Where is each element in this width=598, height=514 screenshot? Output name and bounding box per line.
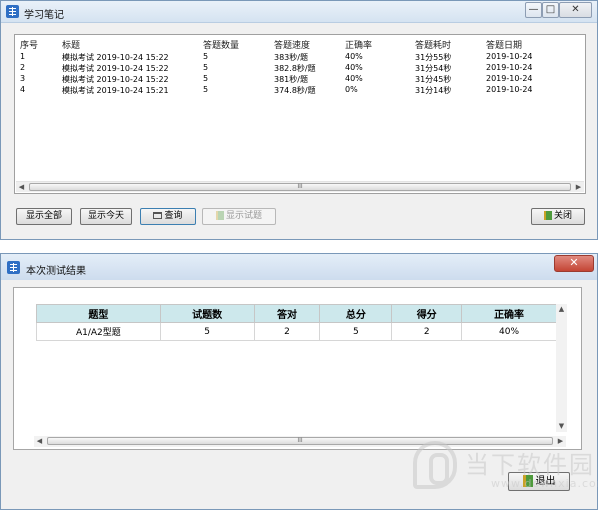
cell-count: 5 [203,63,209,72]
cell-title: 模拟考试 2019-10-24 15:22 [62,64,169,73]
cell-title: 模拟考试 2019-10-24 15:21 [62,86,169,95]
list-row[interactable]: 2 模拟考试 2019-10-24 15:22 5 382.8秒/题 40% 3… [15,63,585,74]
list-row[interactable]: 1 模拟考试 2019-10-24 15:22 5 383秒/题 40% 31分… [15,52,585,63]
window-title: 本次测试结果 [26,266,86,277]
cell-index: 4 [20,85,26,94]
cell-duration: 31分45秒 [415,75,452,84]
cell-score: 2 [391,322,463,341]
cell-duration: 31分55秒 [415,53,452,62]
show-today-button[interactable]: 显示今天 [80,208,132,225]
cell-accuracy: 0% [345,85,358,94]
cell-index: 2 [20,63,26,72]
cell-title: 模拟考试 2019-10-24 15:22 [62,53,169,62]
cell-accuracy: 40% [345,74,363,83]
show-all-button[interactable]: 显示全部 [16,208,72,225]
cell-count: 5 [203,52,209,61]
cell-duration: 31分14秒 [415,86,452,95]
scroll-left-icon[interactable]: ◀ [34,436,45,447]
result-table: 题型 试题数 答对 总分 得分 正确率 A1/A2型题 5 2 5 2 40% [36,304,557,341]
cell-type: A1/A2型题 [36,322,161,341]
column-header-score[interactable]: 得分 [391,304,463,323]
cell-speed: 383秒/题 [274,53,308,62]
close-button[interactable]: 关闭 [531,208,585,225]
table-row[interactable]: A1/A2型题 5 2 5 2 40% [36,322,557,341]
cell-accuracy: 40% [345,52,363,61]
cell-question-count: 5 [159,322,255,341]
study-notes-window: 学习笔记 — □ ✕ 序号 标题 答题数量 答题速度 正确率 答题耗时 答题日期… [0,0,598,240]
column-header-title[interactable]: 标题 [62,38,80,51]
scroll-up-icon[interactable]: ▲ [556,304,567,315]
column-header-total-score[interactable]: 总分 [319,304,393,323]
watermark: 当下软件园 www.downxia.com [405,433,598,513]
vertical-scrollbar[interactable]: ▲ ▼ [556,304,567,432]
cell-duration: 31分54秒 [415,64,452,73]
cell-count: 5 [203,74,209,83]
cell-speed: 381秒/题 [274,75,308,84]
minimize-button[interactable]: — [525,2,542,18]
scroll-thumb[interactable]: III [29,183,571,191]
cell-date: 2019-10-24 [486,74,533,83]
cell-date: 2019-10-24 [486,85,533,94]
column-header-type[interactable]: 题型 [36,304,161,323]
close-window-button[interactable]: ✕ [559,2,592,18]
cell-accuracy: 40% [461,322,557,341]
maximize-button[interactable]: □ [542,2,559,18]
cell-count: 5 [203,85,209,94]
horizontal-scrollbar[interactable]: ◀ III ▶ [16,181,584,192]
cell-index: 1 [20,52,26,61]
cell-speed: 382.8秒/题 [274,64,316,73]
list-row[interactable]: 4 模拟考试 2019-10-24 15:21 5 374.8秒/题 0% 31… [15,85,585,96]
result-panel: 题型 试题数 答对 总分 得分 正确率 A1/A2型题 5 2 5 2 40% … [13,287,582,450]
query-button[interactable]: 查询 [140,208,196,225]
notes-list[interactable]: 序号 标题 答题数量 答题速度 正确率 答题耗时 答题日期 1 模拟考试 201… [14,34,586,194]
printer-icon [153,212,163,219]
list-row[interactable]: 3 模拟考试 2019-10-24 15:22 5 381秒/题 40% 31分… [15,74,585,85]
show-questions-label: 显示试题 [225,211,262,221]
column-header-speed[interactable]: 答题速度 [274,38,310,51]
cell-title: 模拟考试 2019-10-24 15:22 [62,75,169,84]
scroll-right-icon[interactable]: ▶ [573,182,584,193]
close-window-button[interactable]: ✕ [554,255,594,272]
watermark-brand: 当下软件园 [465,451,595,479]
show-questions-button[interactable]: 显示试题 [202,208,276,225]
column-header-date[interactable]: 答题日期 [486,38,522,51]
cell-date: 2019-10-24 [486,52,533,61]
cell-index: 3 [20,74,26,83]
table-header-row: 题型 试题数 答对 总分 得分 正确率 [36,304,557,323]
cell-correct: 2 [253,322,321,341]
window-title: 学习笔记 [24,10,64,21]
scroll-down-icon[interactable]: ▼ [556,421,567,432]
title-bar[interactable]: 学习笔记 — □ ✕ [1,1,597,23]
app-icon [7,261,20,274]
column-header-index[interactable]: 序号 [20,38,38,51]
column-header-correct[interactable]: 答对 [253,304,321,323]
question-icon [215,211,224,220]
close-label: 关闭 [553,211,572,221]
scroll-left-icon[interactable]: ◀ [16,182,27,193]
column-header-accuracy[interactable]: 正确率 [461,304,557,323]
cell-accuracy: 40% [345,63,363,72]
exit-door-icon [543,211,552,220]
cell-speed: 374.8秒/题 [274,86,316,95]
query-label: 查询 [164,211,183,221]
app-icon [6,5,19,18]
column-header-duration[interactable]: 答题耗时 [415,38,451,51]
column-header-question-count[interactable]: 试题数 [159,304,255,323]
watermark-logo-icon [413,441,457,489]
cell-total-score: 5 [319,322,393,341]
column-header-count[interactable]: 答题数量 [203,38,239,51]
watermark-url: www.downxia.com [491,477,598,490]
column-header-accuracy[interactable]: 正确率 [345,38,372,51]
title-bar[interactable]: 本次测试结果 ✕ [1,254,597,280]
cell-date: 2019-10-24 [486,63,533,72]
